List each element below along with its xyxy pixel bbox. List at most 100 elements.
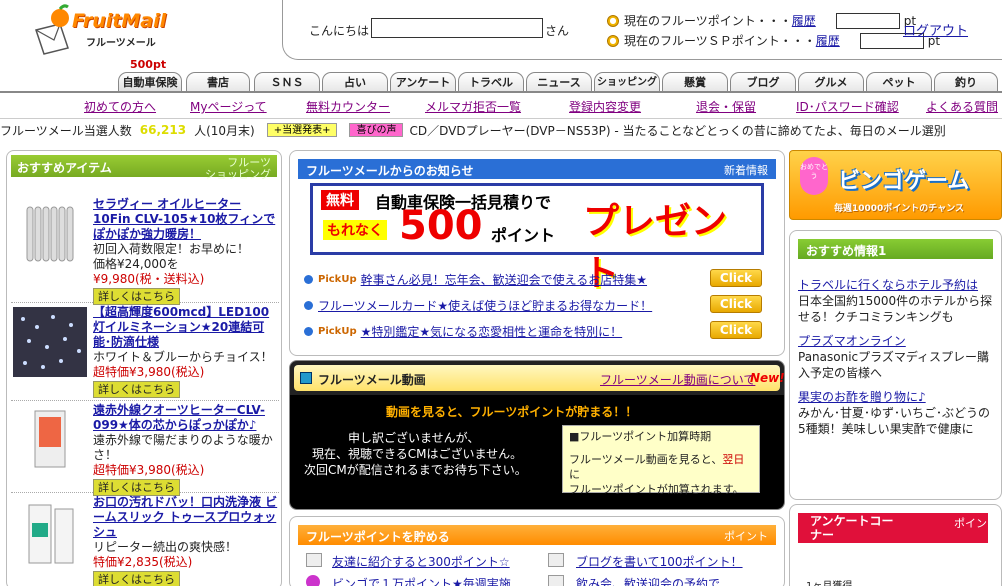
click-button[interactable]: Click — [710, 295, 762, 313]
tab-pet[interactable]: ペット — [866, 72, 932, 92]
nav-mypage[interactable]: Myページって — [190, 98, 267, 115]
car-insurance-banner[interactable]: 無料 自動車保険一括見積りで もれなく 500 ポイント プレゼント — [310, 183, 764, 294]
news-title: フルーツメールからのお知らせ — [306, 164, 474, 178]
point-history-link[interactable]: 履歴 — [792, 12, 816, 29]
point-timing-title: ■フルーツポイント加算時期 — [569, 430, 712, 443]
fruit-point-value — [835, 12, 900, 29]
product-desc: ホワイト＆ブルーからチョイス！ — [93, 350, 273, 364]
logout-link[interactable]: ログアウト — [903, 20, 968, 39]
main-content: フルーツメールからのお知らせ 新着情報 無料 自動車保険一括見積りで もれなく … — [289, 150, 785, 586]
greeting-label: こんにちは — [309, 24, 370, 38]
recommended-info-list: トラベルに行くならホテル予約は 日本全国約15000件のホテルから探せる！クチコ… — [798, 277, 996, 437]
right-sidebar: おめでとう ビンゴゲーム 毎週10000ポイントのチャンス おすすめ情報1 トラ… — [789, 150, 1002, 586]
member-panel: こんにちは さん ● 現在のフルーツポイント・・・ 履歴 pt ● 現在のフルー… — [282, 0, 1002, 60]
video-title: フルーツメール動画 — [318, 373, 426, 387]
tab-travel[interactable]: トラベル — [458, 72, 524, 92]
mouthwash-image[interactable] — [13, 497, 87, 567]
blog-point-link[interactable]: ブログを書いて100ポイント！ — [576, 553, 743, 570]
tab-shopping[interactable]: ショッピング — [594, 72, 660, 92]
fruitmail-logo[interactable]: FruitMail フルーツメール — [34, 4, 174, 56]
banner-500: 500 — [399, 203, 483, 249]
bingo-subtitle: 毎週10000ポイントのチャンス — [834, 204, 965, 214]
plasma-link[interactable]: プラズマオンライン — [798, 333, 996, 349]
product-price: 特価¥2,835(税込) — [93, 555, 193, 569]
click-button[interactable]: Click — [710, 321, 762, 339]
plasma-desc: Panasonicプラズマディスプレー購入予定の皆様へ — [798, 350, 990, 380]
survey-panel: アンケートコーナー ポイント 1ヶ月獲得 — [789, 504, 1002, 586]
bullet-icon — [304, 275, 313, 284]
details-button[interactable]: 詳しくはこちら — [93, 571, 180, 586]
sp-history-link[interactable]: 履歴 — [816, 32, 840, 49]
nav-faq[interactable]: よくある質問 — [926, 98, 998, 115]
nav-beginners[interactable]: 初めての方へ — [84, 98, 156, 115]
product-item: セラヴィー オイルヒーター 10Fin CLV-105★10枚フィンでぽかぽか強… — [11, 195, 279, 305]
video-body: 動画を見ると、フルーツポイントが貯まる！！ 申し訳ございませんが、 現在、視聴で… — [290, 395, 784, 509]
party-reserve-link[interactable]: 飲み会、歓送迎会の予約で — [576, 575, 720, 586]
tab-survey[interactable]: アンケート — [390, 72, 456, 92]
product-info: 遠赤外線クオーツヒーターCLV-099★体の芯からぽっかぽか♪ 遠赤外線で陽だま… — [93, 403, 279, 496]
bingo-point-link[interactable]: ビンゴで１万ポイント★毎週実施 — [332, 575, 511, 586]
pickup-item: PickUp 幹事さん必見！忘年会、歓送迎会で使えるお店特集★ — [304, 271, 647, 288]
point-timing-text: フルーツメール動画を見ると、翌日に — [569, 453, 745, 481]
invite-friend-link[interactable]: 友達に紹介すると300ポイント☆ — [332, 553, 510, 570]
nav-edit-registration[interactable]: 登録内容変更 — [569, 98, 641, 115]
video-about-link[interactable]: フルーツメール動画について — [600, 371, 755, 388]
product-desc: 初回入荷数限定！お早めに！ — [93, 242, 250, 256]
pickup-link-fortune[interactable]: ★特別鑑定★気になる恋愛相性と運命を特別に！ — [361, 323, 623, 340]
hotel-link[interactable]: トラベルに行くならホテル予約は — [798, 277, 996, 293]
fruit-point-row: ● 現在のフルーツポイント・・・ 履歴 pt — [607, 12, 916, 29]
tab-bookstore[interactable]: 書店 — [186, 72, 250, 92]
pickup-link-card[interactable]: フルーツメールカード★使えば使うほど貯まるお得なカード！ — [318, 297, 652, 314]
product-item: 【超高輝度600mcd】LED100灯イルミネーション★20連結可能･防滴仕様 … — [11, 303, 279, 401]
voices-badge[interactable]: 喜びの声 — [349, 123, 404, 137]
vinegar-link[interactable]: 果実のお酢を贈り物に♪ — [798, 389, 996, 405]
monthly-earned: 1ヶ月獲得 — [806, 577, 852, 586]
hotel-desc: 日本全国約15000件のホテルから探せる！クチコミランキングも — [798, 294, 993, 324]
pickup-badge: PickUp — [318, 326, 357, 337]
video-promo: 動画を見ると、フルーツポイントが貯まる！！ — [386, 405, 638, 419]
tab-gourmet[interactable]: グルメ — [798, 72, 864, 92]
vinegar-desc: みかん･甘夏･ゆず･いちご･ぶどうの5種類！美味しい果実酢で健康に — [798, 406, 991, 436]
coin-icon: ● — [607, 34, 619, 47]
details-button[interactable]: 詳しくはこちら — [93, 381, 180, 398]
tab-prize[interactable]: 懸賞 — [662, 72, 728, 92]
tab-news[interactable]: ニュース — [526, 72, 592, 92]
winner-count-label: フルーツメール当選人数 — [0, 123, 132, 138]
survey-header[interactable]: アンケートコー ナー ポイント — [798, 513, 998, 543]
new-badge: New! — [750, 371, 785, 385]
nav-mailmag-reject[interactable]: メルマガ拒否一覧 — [425, 98, 521, 115]
winners-announcement-badge[interactable]: +当選発表+ — [266, 123, 338, 137]
product-title-link[interactable]: 遠赤外線クオーツヒーターCLV-099★体の芯からぽっかぽか♪ — [93, 403, 279, 433]
fruit-point-label: 現在のフルーツポイント・・・ — [624, 14, 792, 28]
fruit-shopping-label[interactable]: フルーツ ショッピング — [205, 157, 271, 181]
news-panel: フルーツメールからのお知らせ 新着情報 無料 自動車保険一括見積りで もれなく … — [289, 150, 785, 356]
recommended-items-panel: おすすめアイテム フルーツ ショッピング セラヴィー オイルヒーター 10Fin … — [6, 150, 282, 586]
omedetou-balloon: おめでとう — [800, 157, 828, 195]
winner-ticker: フルーツメール当選人数 66,213 人(10月末) +当選発表+ 喜びの声 C… — [0, 120, 1002, 140]
news-header: フルーツメールからのお知らせ 新着情報 — [298, 159, 776, 179]
video-panel: フルーツメール動画 フルーツメール動画について New! 動画を見ると、フルーツ… — [289, 360, 785, 510]
product-title-link[interactable]: セラヴィー オイルヒーター 10Fin CLV-105★10枚フィンでぽかぽか強… — [93, 197, 279, 242]
pickup-link-party[interactable]: 幹事さん必見！忘年会、歓送迎会で使えるお店特集★ — [361, 271, 647, 288]
click-button[interactable]: Click — [710, 269, 762, 287]
led-illumination-image[interactable] — [13, 307, 87, 377]
recommended-info-header: おすすめ情報1 — [798, 239, 993, 259]
product-desc: リピーター続出の爽快感！ — [93, 540, 238, 554]
oil-heater-image[interactable] — [13, 199, 87, 269]
tab-fortune[interactable]: 占い — [322, 72, 388, 92]
tab-fishing[interactable]: 釣り — [934, 72, 998, 92]
sp-point-label: 現在のフルーツＳＰポイント・・・ — [624, 34, 816, 48]
product-title-link[interactable]: お口の汚れドバッ！口内洗浄液 ビームスリック トゥースプロウォッシュ — [93, 495, 279, 540]
bingo-banner[interactable]: おめでとう ビンゴゲーム 毎週10000ポイントのチャンス — [789, 150, 1002, 220]
nav-withdraw[interactable]: 退会・保留 — [696, 98, 756, 115]
product-title-link[interactable]: 【超高輝度600mcd】LED100灯イルミネーション★20連結可能･防滴仕様 — [93, 305, 279, 350]
product-price: 超特価¥3,980(税込) — [93, 365, 205, 379]
nav-free-counter[interactable]: 無料カウンター — [306, 98, 390, 115]
quartz-heater-image[interactable] — [13, 405, 87, 475]
blog-icon — [548, 553, 564, 567]
tab-blog[interactable]: ブログ — [730, 72, 796, 92]
nav-id-password[interactable]: ID･パスワード確認 — [796, 98, 899, 115]
bingo-icon — [306, 575, 320, 586]
tab-car-insurance[interactable]: 自動車保険 — [118, 72, 182, 92]
tab-sns[interactable]: ＳＮＳ — [254, 72, 320, 92]
